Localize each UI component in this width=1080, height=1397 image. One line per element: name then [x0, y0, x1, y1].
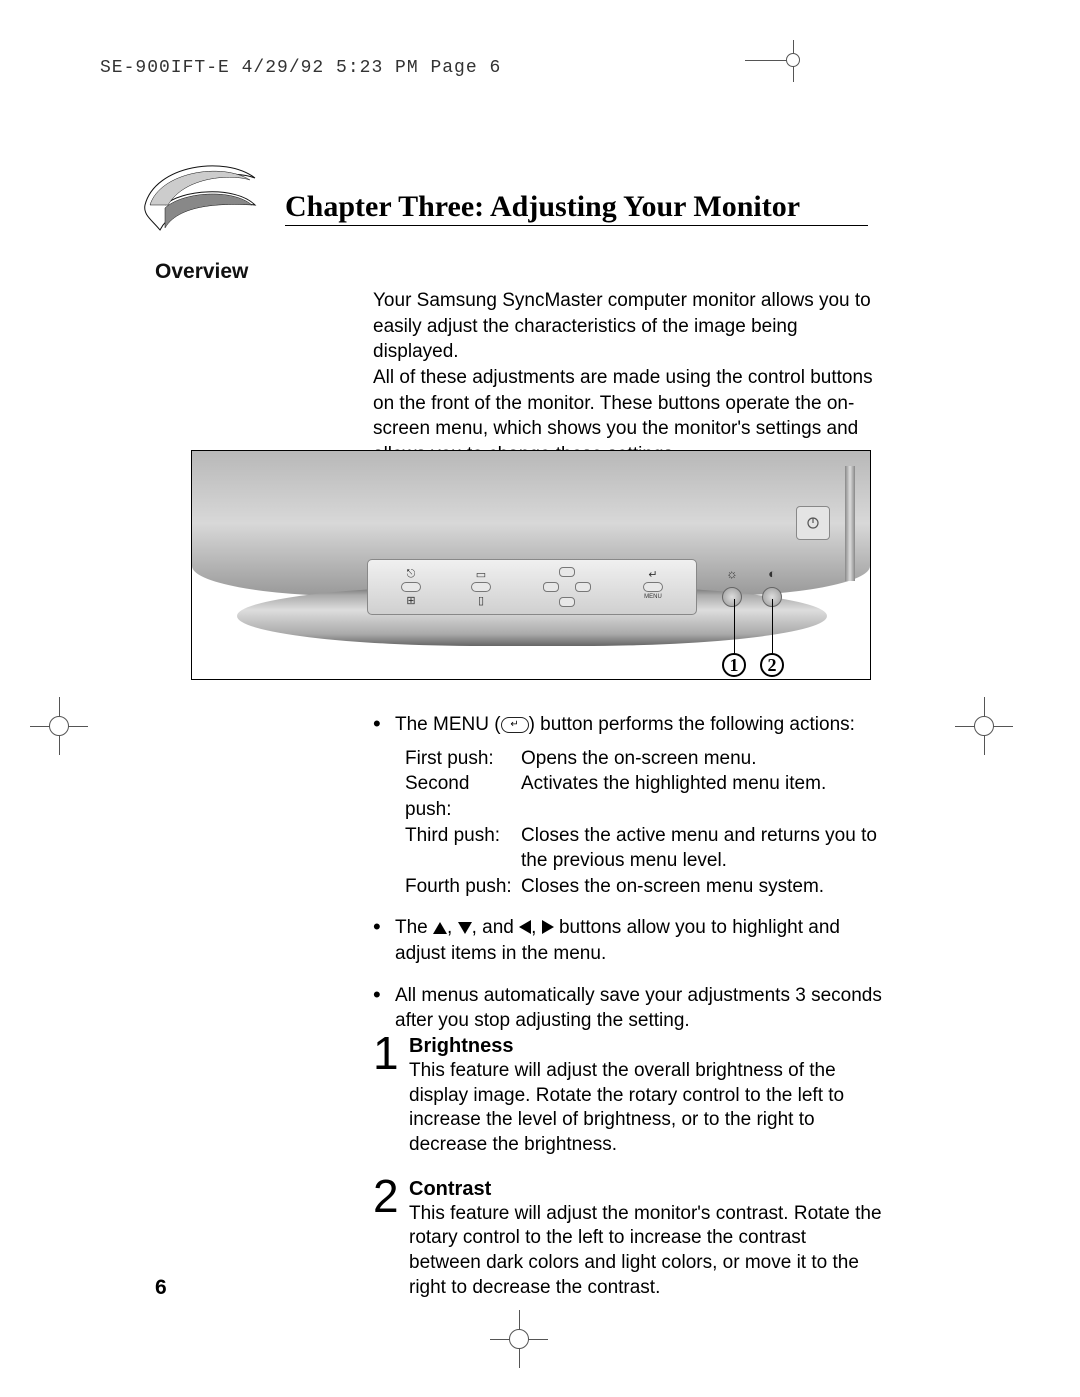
push-value: Activates the highlighted menu item.: [521, 771, 883, 822]
menu-button-icon: ↵: [501, 717, 529, 733]
overview-paragraph: Your Samsung SyncMaster computer monitor…: [373, 288, 873, 467]
bullet-auto-save: • All menus automatically save your adju…: [373, 983, 883, 1034]
menu-intro-pre: The MENU (: [395, 714, 501, 735]
push-value: Closes the on-screen menu system.: [521, 874, 883, 900]
monitor-controls-figure: ⎋ ⊞ ▭ ▯ ↵ MENU ☼ ◐ 1: [191, 450, 871, 680]
brightness-icon: ☼: [726, 566, 738, 581]
callout-number-1: 1: [722, 653, 746, 677]
push-row: Third push: Closes the active menu and r…: [405, 823, 883, 874]
dpad-left-icon: [543, 582, 559, 592]
menu-bullet-list: • The MENU (↵) button performs the follo…: [373, 712, 883, 1050]
item-number-2: 2: [373, 1176, 409, 1301]
brightness-knob: [722, 587, 742, 607]
enter-icon: ↵: [648, 568, 657, 580]
panel-btn-col-2: ▭ ▯: [471, 568, 491, 606]
left-triangle-icon: [519, 920, 531, 934]
overview-paragraph-1: Your Samsung SyncMaster computer monitor…: [373, 290, 871, 362]
bullet-arrow-buttons: • The , , and , buttons allow you to hig…: [373, 915, 883, 966]
push-label: Second push:: [405, 771, 521, 822]
bullet-icon: •: [373, 915, 395, 966]
bullet-menu-button: • The MENU (↵) button performs the follo…: [373, 712, 883, 899]
panel-button: [643, 582, 663, 592]
power-icon: [806, 516, 820, 530]
item-contrast: 2 Contrast This feature will adjust the …: [373, 1176, 883, 1301]
dpad-down-icon: [559, 597, 575, 607]
item-title-brightness: Brightness: [409, 1033, 883, 1059]
print-slug-line: SE-900IFT-E 4/29/92 5:23 PM Page 6: [100, 58, 501, 78]
push-value: Closes the active menu and returns you t…: [521, 823, 883, 874]
front-control-panel: ⎋ ⊞ ▭ ▯ ↵ MENU: [367, 559, 697, 615]
panel-btn-col-1: ⎋ ⊞: [401, 568, 421, 606]
item-brightness: 1 Brightness This feature will adjust th…: [373, 1033, 883, 1158]
menu-intro-post: ) button performs the following actions:: [529, 714, 855, 735]
arrows-sep-2: , and: [472, 917, 520, 938]
item-body-brightness: This feature will adjust the overall bri…: [409, 1059, 883, 1158]
push-label: First push:: [405, 746, 521, 772]
panel-button: [471, 582, 491, 592]
crop-mark-left: [30, 697, 90, 757]
section-heading-overview: Overview: [155, 260, 248, 284]
numbered-items: 1 Brightness This feature will adjust th…: [373, 1033, 883, 1319]
crop-mark-top: [745, 40, 825, 80]
push-row: Second push: Activates the highlighted m…: [405, 771, 883, 822]
exit-icon: ⎋: [407, 568, 416, 580]
item-number-1: 1: [373, 1033, 409, 1158]
down-triangle-icon: [458, 922, 472, 934]
push-value: Opens the on-screen menu.: [521, 746, 883, 772]
rotary-knobs: ☼ ◐: [722, 566, 782, 607]
bezel-edge: [845, 466, 855, 581]
push-label: Fourth push:: [405, 874, 521, 900]
chapter-title: Chapter Three: Adjusting Your Monitor: [285, 190, 800, 224]
contrast-icon: ◐: [768, 566, 776, 581]
item-body-contrast: This feature will adjust the monitor's c…: [409, 1202, 883, 1301]
panel-dpad: [541, 563, 593, 611]
push-label: Third push:: [405, 823, 521, 874]
right-triangle-icon: [542, 920, 554, 934]
push-row: Fourth push: Closes the on-screen menu s…: [405, 874, 883, 900]
brand-swoosh-icon: [140, 150, 260, 245]
dpad-up-icon: [559, 567, 575, 577]
panel-button: [401, 582, 421, 592]
arrows-sep-3: ,: [531, 917, 542, 938]
item-title-contrast: Contrast: [409, 1176, 883, 1202]
bullet-icon: •: [373, 712, 395, 899]
size-v-icon: ▯: [478, 594, 484, 606]
callout-leader-2: [772, 599, 773, 659]
page-number: 6: [155, 1276, 167, 1300]
brightness-knob-group: ☼: [722, 566, 742, 607]
crop-mark-right: [955, 697, 1015, 757]
auto-save-text: All menus automatically save your adjust…: [395, 983, 883, 1034]
panel-btn-col-3: ↵ MENU: [643, 568, 663, 606]
push-row: First push: Opens the on-screen menu.: [405, 746, 883, 772]
up-triangle-icon: [433, 922, 447, 934]
crop-mark-bottom: [490, 1310, 550, 1370]
power-button: [796, 506, 830, 540]
callout-number-2: 2: [760, 653, 784, 677]
size-h-icon: ▭: [476, 568, 486, 580]
grid-icon: ⊞: [406, 594, 415, 606]
chapter-title-rule: [285, 225, 868, 226]
dpad-right-icon: [575, 582, 591, 592]
arrows-sep-1: ,: [447, 917, 458, 938]
menu-label: MENU: [644, 594, 662, 606]
arrows-text-pre: The: [395, 917, 433, 938]
callout-leader-1: [734, 599, 735, 659]
